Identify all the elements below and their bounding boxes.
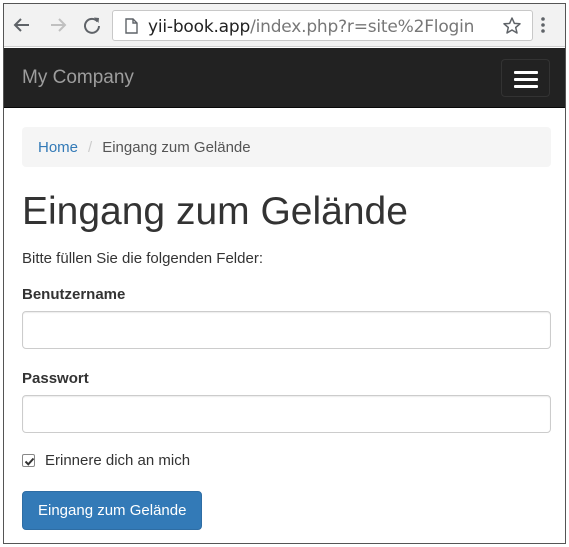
- breadcrumb-current: Eingang zum Gelände: [102, 138, 251, 156]
- remember-me-checkbox[interactable]: [22, 454, 35, 467]
- password-label: Passwort: [22, 370, 89, 387]
- hamburger-menu-icon: [514, 71, 538, 74]
- browser-toolbar: yii-book.app/index.php?r=site%2Flogin: [4, 4, 565, 47]
- remember-me-label[interactable]: Erinnere dich an mich: [45, 452, 190, 469]
- breadcrumb: Home / Eingang zum Gelände: [22, 127, 551, 167]
- hamburger-menu-icon: [514, 78, 538, 81]
- breadcrumb-home-link[interactable]: Home: [38, 139, 78, 156]
- hamburger-menu-icon: [514, 85, 538, 88]
- checkmark-icon: [24, 457, 35, 466]
- reload-icon[interactable]: [80, 13, 104, 37]
- address-bar[interactable]: yii-book.app/index.php?r=site%2Flogin: [112, 10, 533, 41]
- url-path: /index.php?r=site%2Flogin: [250, 17, 475, 37]
- breadcrumb-separator: /: [88, 138, 93, 156]
- brand-link[interactable]: My Company: [22, 67, 134, 89]
- username-input[interactable]: [22, 311, 551, 349]
- page-title: Eingang zum Gelände: [22, 190, 408, 233]
- page-icon: [125, 18, 138, 39]
- username-label: Benutzername: [22, 286, 126, 303]
- url-host: yii-book.app: [148, 17, 251, 37]
- url-text: yii-book.app/index.php?r=site%2Flogin: [148, 17, 474, 37]
- intro-text: Bitte füllen Sie die folgenden Felder:: [22, 250, 263, 267]
- remember-me-row[interactable]: Erinnere dich an mich: [22, 452, 190, 469]
- star-icon[interactable]: [502, 16, 522, 41]
- back-arrow-icon[interactable]: [10, 13, 34, 37]
- forward-arrow-icon[interactable]: [46, 13, 70, 37]
- browser-window: yii-book.app/index.php?r=site%2Flogin My…: [3, 3, 566, 544]
- login-submit-button[interactable]: Eingang zum Gelände: [22, 491, 203, 530]
- menu-dots-icon[interactable]: [540, 16, 546, 39]
- site-navbar: My Company: [4, 48, 565, 108]
- password-input[interactable]: [22, 395, 551, 433]
- navbar-toggle-button[interactable]: [501, 59, 550, 97]
